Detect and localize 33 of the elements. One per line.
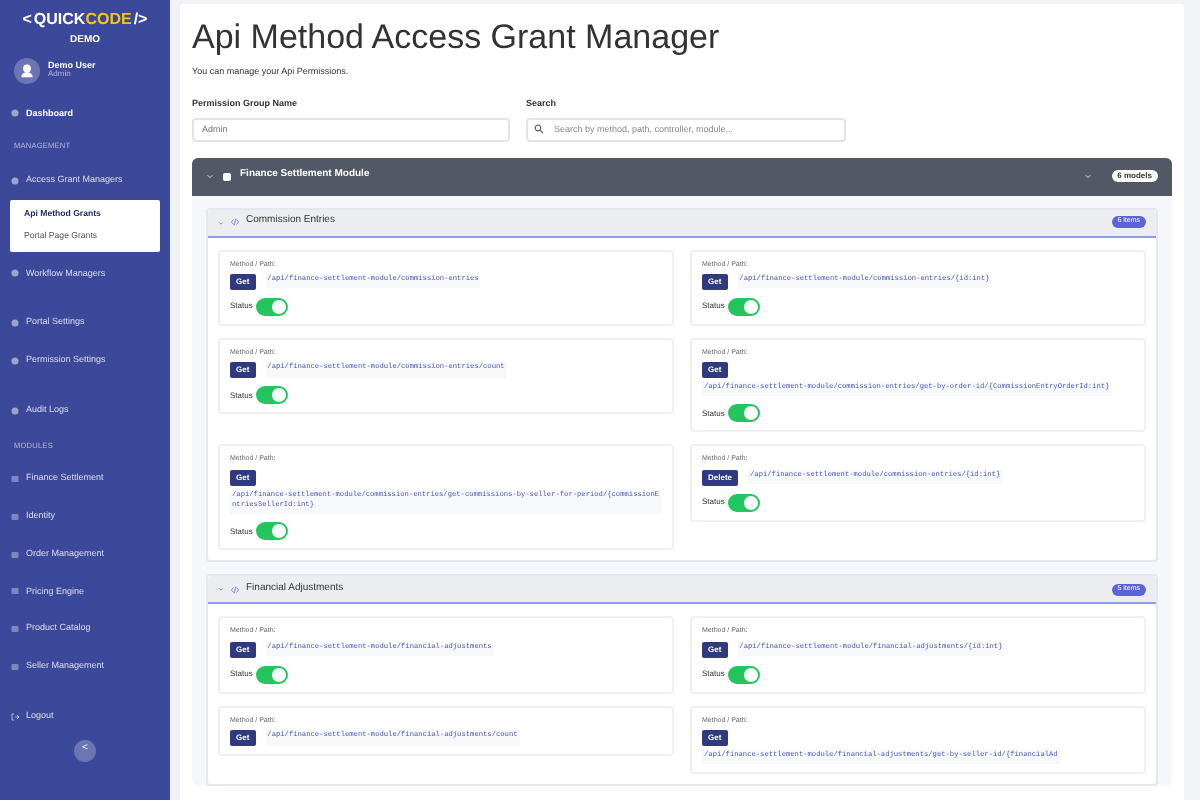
code-icon: [230, 585, 240, 594]
module-icon: [10, 586, 20, 597]
code-icon: [230, 218, 240, 226]
status-toggle[interactable]: [728, 297, 761, 316]
module-icon: [222, 171, 232, 181]
status-toggle[interactable]: [256, 297, 289, 316]
logo-bracket: <: [22, 12, 32, 28]
nav-icon: [10, 355, 20, 366]
status-toggle[interactable]: [256, 522, 289, 541]
user-avatar-icon: [14, 57, 40, 83]
chevron-icon: [206, 172, 214, 180]
nav-icon: [10, 268, 20, 279]
logo-bracket: />: [133, 12, 148, 28]
logo-text: QUICKCODE: [33, 12, 132, 28]
page-title: Api Method Access Grant Manager: [192, 20, 722, 54]
module-icon: [10, 549, 20, 560]
nav-icon: [10, 405, 20, 416]
status-toggle[interactable]: [728, 493, 761, 512]
nav-icon: [10, 175, 20, 186]
search-icon: [534, 124, 544, 134]
module-icon: [10, 624, 20, 635]
nav-icon: [10, 108, 20, 119]
module-icon: [10, 474, 20, 485]
module-icon: [10, 511, 20, 522]
status-toggle[interactable]: [728, 665, 761, 684]
chevron-icon: [1083, 172, 1092, 180]
status-toggle[interactable]: [256, 386, 289, 404]
module-icon: [10, 661, 20, 672]
status-toggle[interactable]: [728, 404, 761, 423]
status-toggle[interactable]: [256, 665, 289, 684]
logout-icon: [10, 711, 20, 722]
nav-icon: [10, 318, 20, 329]
chevron-icon: [218, 219, 224, 225]
